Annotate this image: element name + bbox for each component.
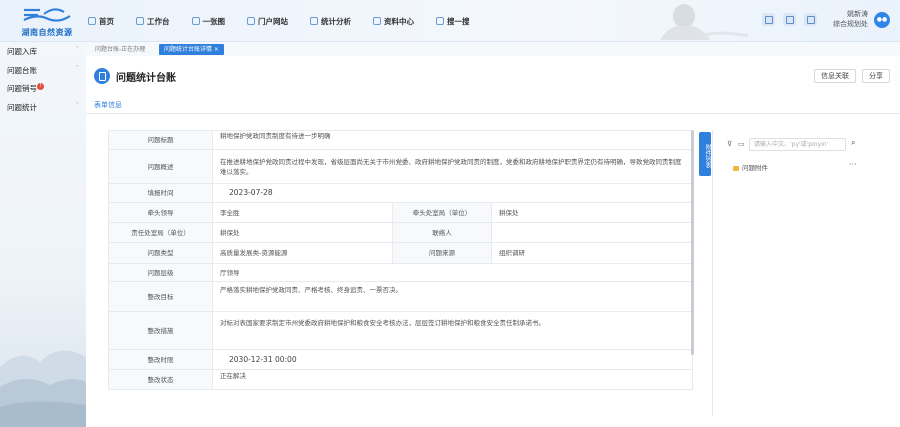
statue-decoration-icon (660, 4, 749, 40)
share-button[interactable]: 分享 (862, 69, 890, 83)
main-nav: 首页 工作台 一张图 门户网站 统计分析 资料中心 搜一搜 (88, 0, 492, 42)
sidebar-item-label: 问题销号 (7, 84, 37, 93)
avatar[interactable]: ●● (874, 12, 890, 28)
page-tabs: 问题台账-正在办理 问题统计台账详情 × (86, 42, 900, 56)
main-panel: 问题统计台账 信息关联 分享 表单信息 问题标题 耕地保护党政同责制度有待进一步明… (86, 56, 900, 427)
field-label: 整改措施 (108, 311, 213, 350)
user-name: 姚新涛 (847, 10, 868, 18)
title-value: 耕地保护党政同责制度有待进一步明确 (211, 130, 694, 150)
attachment-panel: ⊽ ▭ 请输入中文、'py'或'pinyin' ⌕ 问题附件 ··· (712, 130, 872, 416)
clipboard-icon (94, 68, 110, 84)
nav-portal[interactable]: 门户网站 (247, 16, 288, 27)
top-bar: 湖南自然资源 首页 工作台 一张图 门户网站 统计分析 资料中心 搜一搜 姚新涛… (0, 0, 900, 42)
nav-statistics[interactable]: 统计分析 (310, 16, 351, 27)
nav-home[interactable]: 首页 (88, 16, 114, 27)
sidebar-item-label: 问题台账 (7, 66, 37, 75)
nav-workbench[interactable]: 工作台 (136, 16, 170, 27)
nav-label: 搜一搜 (447, 16, 470, 26)
notification-badge: ! (37, 83, 44, 90)
leader-value: 李全胜 (212, 202, 393, 223)
folder-icon (733, 165, 739, 171)
field-label: 牵头领导 (108, 202, 213, 223)
chevron-down-icon: ˅ (76, 102, 79, 109)
field-label: 问题概述 (108, 149, 213, 184)
home-icon (88, 17, 96, 25)
message-icon[interactable] (783, 13, 796, 26)
status-value: 正在解决 (211, 369, 694, 390)
user-info[interactable]: 姚新涛 综合规划处 (818, 9, 868, 29)
nav-label: 一张图 (202, 16, 226, 26)
measure-value: 对标对表国家要求制定市州党委政府耕地保护和粮食安全考核办法，层层签订耕地保护和粮… (211, 311, 694, 350)
field-label: 填报时间 (108, 183, 213, 203)
search-icon[interactable]: ⌕ (851, 138, 855, 148)
field-label: 整改目标 (108, 281, 213, 312)
sidebar-item-label: 问题入库 (7, 47, 37, 56)
desktop-icon (136, 17, 144, 25)
sidebar-item-issue-stats[interactable]: 问题统计 ˅ (7, 102, 83, 113)
attachment-list-tab[interactable]: 附件列表 (699, 132, 711, 176)
portal-icon (247, 17, 255, 25)
nav-label: 门户网站 (258, 16, 288, 26)
tab-issue-ledger-processing[interactable]: 问题台账-正在办理 (90, 44, 150, 55)
chevron-down-icon: ˅ (76, 65, 79, 72)
field-label: 责任处室局（单位） (108, 222, 213, 243)
tab-form-info[interactable]: 表单信息 (94, 100, 122, 114)
contact-value (490, 222, 694, 243)
nav-search[interactable]: 搜一搜 (436, 16, 470, 27)
user-dept: 综合规划处 (833, 20, 868, 28)
chevron-down-icon: ˅ (76, 46, 79, 53)
nav-label: 首页 (99, 16, 114, 26)
issue-level-value: 厅领导 (211, 263, 694, 282)
filter-icon[interactable]: ⊽ (727, 140, 732, 148)
apps-icon[interactable] (762, 13, 775, 26)
folder-icon[interactable]: ▭ (738, 140, 745, 148)
field-label: 问题层级 (108, 263, 213, 282)
search-icon (436, 17, 444, 25)
sidebar: 问题入库 ˅ 问题台账 ˅ 问题销号! 问题统计 ˅ (0, 42, 86, 427)
nav-data-center[interactable]: 资料中心 (373, 16, 414, 27)
table-scrollbar[interactable] (691, 130, 694, 355)
mail-icon[interactable] (804, 13, 817, 26)
sidebar-item-issue-entry[interactable]: 问题入库 ˅ (7, 46, 83, 57)
tab-issue-stats-detail[interactable]: 问题统计台账详情 × (159, 44, 224, 55)
field-label: 问题类型 (108, 242, 213, 264)
field-label: 牵头处室局（单位） (392, 202, 492, 223)
sidebar-item-label: 问题统计 (7, 103, 37, 112)
report-date-value: 2023-07-28 (211, 183, 694, 203)
field-label: 整改时限 (108, 349, 213, 370)
field-label: 联络人 (392, 222, 492, 243)
deadline-value: 2030-12-31 00:00 (211, 349, 694, 370)
toolbar-icons (762, 13, 825, 26)
nav-label: 统计分析 (321, 16, 351, 26)
sidebar-item-issue-close[interactable]: 问题销号! (7, 83, 83, 94)
issue-source-value: 组织调研 (490, 242, 694, 264)
nav-label: 工作台 (147, 16, 170, 26)
field-label: 问题标题 (108, 130, 213, 150)
attachment-search-input[interactable]: 请输入中文、'py'或'pinyin' (749, 138, 846, 151)
map-icon (191, 17, 200, 25)
logo-waves-icon (23, 8, 71, 22)
mountains-decoration-icon (0, 350, 86, 427)
info-link-button[interactable]: 信息关联 (814, 69, 856, 83)
nav-label: 资料中心 (384, 16, 414, 26)
field-label: 整改状态 (108, 369, 213, 390)
database-icon (373, 17, 381, 25)
chart-icon (310, 17, 318, 25)
divider (86, 113, 900, 114)
more-options-icon[interactable]: ··· (849, 160, 857, 169)
goal-value: 严格落实耕地保护党政同责、严格考核、终身追责、一票否决。 (211, 281, 694, 312)
logo-text: 湖南自然资源 (21, 28, 73, 37)
field-label: 问题来源 (392, 242, 492, 264)
logo[interactable]: 湖南自然资源 (10, 4, 84, 38)
nav-one-map[interactable]: 一张图 (191, 16, 226, 27)
issue-type-value: 高质量发展类-资源能源 (212, 242, 393, 264)
lead-dept-value: 耕保处 (490, 202, 694, 223)
description-value: 在推进耕地保护党政同责过程中发现，省级层面尚无关于市州党委、政府耕地保护党政同责… (211, 149, 694, 184)
tree-node-label: 问题附件 (742, 164, 768, 172)
tree-node-issue-attachments[interactable]: 问题附件 (733, 162, 768, 172)
issue-detail-table: 问题标题 耕地保护党政同责制度有待进一步明确 问题概述 在推进耕地保护党政同责过程中… (108, 130, 694, 390)
resp-dept-value: 耕保处 (212, 222, 393, 243)
page-title: 问题统计台账 (116, 73, 176, 84)
sidebar-item-issue-ledger[interactable]: 问题台账 ˅ (7, 65, 83, 76)
